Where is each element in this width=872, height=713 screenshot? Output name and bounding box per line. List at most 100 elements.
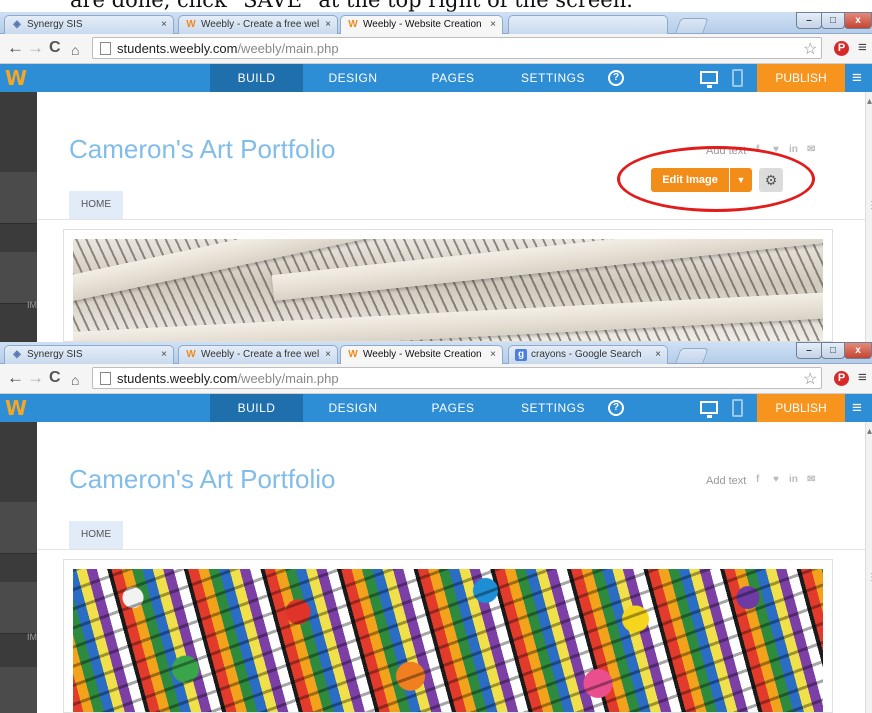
close-icon[interactable]: ×: [490, 19, 496, 30]
new-tab-button[interactable]: [675, 18, 709, 33]
mobile-view-icon[interactable]: [732, 69, 743, 87]
tab-label: Synergy SIS: [27, 349, 83, 360]
right-scrollbar[interactable]: ▴ ⋮: [865, 92, 872, 342]
minimize-button[interactable]: –: [796, 342, 822, 359]
rail-label: IM: [27, 300, 37, 310]
bookmark-star-icon[interactable]: ☆: [803, 369, 817, 389]
tab-weebly-create[interactable]: W Weebly - Create a free wel ×: [178, 15, 338, 34]
left-rail: IM: [0, 422, 37, 713]
forward-arrow-icon[interactable]: →: [27, 369, 44, 387]
email-icon[interactable]: ✉: [807, 144, 815, 155]
rail-block[interactable]: [0, 252, 37, 304]
home-icon[interactable]: ⌂: [71, 41, 79, 59]
linkedin-icon[interactable]: in: [789, 474, 798, 485]
address-bar[interactable]: students.weebly.com/weebly/main.php: [92, 367, 822, 389]
gear-icon[interactable]: ⚙: [759, 168, 783, 192]
edit-image-dropdown[interactable]: ▼: [730, 168, 752, 192]
rail-block[interactable]: [0, 172, 37, 224]
maximize-button[interactable]: □: [821, 12, 845, 29]
hamburger-menu-icon[interactable]: ≡: [852, 398, 862, 418]
close-icon[interactable]: ×: [490, 349, 496, 360]
close-icon[interactable]: ×: [161, 19, 167, 30]
nav-build[interactable]: BUILD: [210, 64, 303, 92]
rail-block[interactable]: [0, 502, 37, 554]
rail-block[interactable]: [0, 667, 37, 713]
nav-pages[interactable]: PAGES: [403, 64, 503, 92]
image-block[interactable]: [63, 229, 833, 342]
rail-block[interactable]: [0, 582, 37, 634]
hamburger-menu-icon[interactable]: ≡: [852, 68, 862, 88]
reload-icon[interactable]: C: [49, 39, 61, 57]
mobile-view-icon[interactable]: [732, 399, 743, 417]
linkedin-icon[interactable]: in: [789, 144, 798, 155]
nav-build[interactable]: BUILD: [210, 394, 303, 422]
back-arrow-icon[interactable]: ←: [7, 39, 24, 57]
editor-page: IM Cameron's Art Portfolio Add text f ♥ …: [0, 92, 872, 342]
back-arrow-icon[interactable]: ←: [7, 369, 24, 387]
window-close-button[interactable]: x: [844, 342, 872, 359]
facebook-icon[interactable]: f: [756, 474, 759, 485]
tab-label: Synergy SIS: [27, 19, 83, 30]
nav-design[interactable]: DESIGN: [303, 64, 403, 92]
add-text-link[interactable]: Add text: [706, 145, 746, 157]
twitter-icon[interactable]: ♥: [773, 144, 779, 155]
tab-google-crayons[interactable]: g crayons - Google Search ×: [508, 345, 668, 364]
nav-home-tab[interactable]: HOME: [69, 521, 123, 549]
address-toolbar: ← → C ⌂ students.weebly.com/weebly/main.…: [0, 364, 872, 394]
reload-icon[interactable]: C: [49, 369, 61, 387]
divider: [37, 219, 865, 220]
rail-label: IM: [27, 632, 37, 642]
desktop-view-icon[interactable]: [700, 71, 718, 88]
tab-weebly-website[interactable]: W Weebly - Website Creation ×: [340, 345, 503, 364]
weebly-logo[interactable]: W: [5, 66, 27, 90]
close-icon[interactable]: ×: [325, 349, 331, 360]
pinterest-icon[interactable]: P: [834, 41, 849, 56]
pinterest-icon[interactable]: P: [834, 371, 849, 386]
help-icon[interactable]: ?: [608, 70, 624, 86]
scroll-up-icon[interactable]: ▴: [867, 96, 872, 107]
image-block[interactable]: [63, 559, 833, 713]
new-tab-button[interactable]: [675, 348, 709, 363]
site-title[interactable]: Cameron's Art Portfolio: [69, 134, 336, 165]
minimize-button[interactable]: –: [796, 12, 822, 29]
weebly-logo[interactable]: W: [5, 396, 27, 420]
tab-synergy[interactable]: ◈ Synergy SIS ×: [4, 345, 174, 364]
twitter-icon[interactable]: ♥: [773, 474, 779, 485]
facebook-icon[interactable]: f: [756, 144, 759, 155]
site-title[interactable]: Cameron's Art Portfolio: [69, 464, 336, 495]
nav-settings[interactable]: SETTINGS: [503, 394, 603, 422]
address-bar[interactable]: students.weebly.com/weebly/main.php: [92, 37, 822, 59]
tab-synergy[interactable]: ◈ Synergy SIS ×: [4, 15, 174, 34]
close-icon[interactable]: ×: [655, 349, 661, 360]
close-icon[interactable]: ×: [325, 19, 331, 30]
edit-image-button[interactable]: Edit Image: [651, 168, 729, 192]
tab-weebly-website[interactable]: W Weebly - Website Creation ×: [340, 15, 503, 34]
add-text-link[interactable]: Add text: [706, 475, 746, 487]
maximize-button[interactable]: □: [821, 342, 845, 359]
chrome-menu-icon[interactable]: ≡: [858, 39, 867, 56]
crayons-image[interactable]: [73, 569, 823, 712]
help-icon[interactable]: ?: [608, 400, 624, 416]
nav-pages[interactable]: PAGES: [403, 394, 503, 422]
nav-home-tab[interactable]: HOME: [69, 191, 123, 219]
nav-design[interactable]: DESIGN: [303, 394, 403, 422]
publish-button[interactable]: PUBLISH: [757, 64, 845, 92]
bookmark-star-icon[interactable]: ☆: [803, 39, 817, 59]
desktop-view-icon[interactable]: [700, 401, 718, 418]
nav-settings[interactable]: SETTINGS: [503, 64, 603, 92]
close-icon[interactable]: ×: [161, 349, 167, 360]
site-canvas: Cameron's Art Portfolio Add text f ♥ in …: [37, 422, 865, 713]
window-close-button[interactable]: x: [844, 12, 872, 29]
scroll-up-icon[interactable]: ▴: [867, 426, 872, 437]
tab-blank[interactable]: [508, 15, 668, 34]
right-scrollbar[interactable]: ▴ ⋮: [865, 422, 872, 713]
tab-weebly-create[interactable]: W Weebly - Create a free wel ×: [178, 345, 338, 364]
roof-image[interactable]: [73, 239, 823, 341]
publish-button[interactable]: PUBLISH: [757, 394, 845, 422]
home-icon[interactable]: ⌂: [71, 371, 79, 389]
email-icon[interactable]: ✉: [807, 474, 815, 485]
url-text: students.weebly.com/weebly/main.php: [117, 371, 339, 386]
chrome-menu-icon[interactable]: ≡: [858, 369, 867, 386]
forward-arrow-icon[interactable]: →: [27, 39, 44, 57]
weebly-favicon-icon: W: [348, 349, 358, 360]
